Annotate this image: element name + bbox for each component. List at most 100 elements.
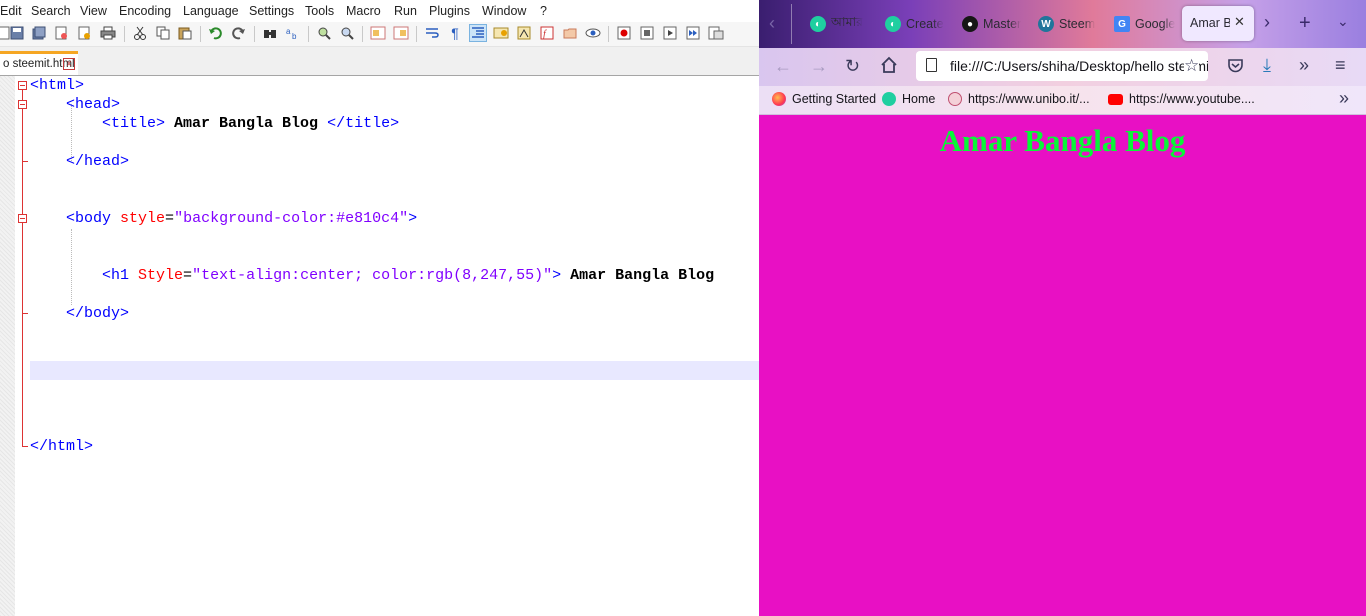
indent-guide-icon[interactable]: [469, 24, 487, 42]
close-file-icon[interactable]: [53, 25, 69, 41]
copy-icon[interactable]: [155, 25, 171, 41]
bookmark-label: https://www.youtube....: [1129, 92, 1255, 106]
menu-macro[interactable]: Macro: [346, 4, 381, 18]
steemit-icon: [882, 92, 896, 106]
menu-plugins[interactable]: Plugins: [429, 4, 470, 18]
browser-tab-label: Master: [983, 17, 1022, 31]
play-macro-icon[interactable]: [662, 25, 678, 41]
menu-run[interactable]: Run: [394, 4, 417, 18]
zoom-out-icon[interactable]: [339, 25, 355, 41]
reload-icon[interactable]: ↻: [845, 57, 860, 75]
menu-edit[interactable]: Edit: [0, 4, 22, 18]
unibo-icon: [948, 92, 962, 106]
cut-icon[interactable]: [132, 25, 148, 41]
code-token: "background-color:#e810c4": [174, 210, 409, 227]
zoom-in-icon[interactable]: [316, 25, 332, 41]
bookmark-item[interactable]: https://www.unibo.it/...: [948, 92, 1090, 106]
page-icon: [926, 58, 937, 72]
paste-icon[interactable]: [177, 25, 193, 41]
browser-tab-active[interactable]: Amar Bangla Blog ✕: [1182, 6, 1254, 41]
list-all-tabs-icon[interactable]: ⌄: [1337, 14, 1349, 28]
folder-workspace-icon[interactable]: [562, 25, 578, 41]
menu-language[interactable]: Language: [183, 4, 239, 18]
app-menu-icon[interactable]: ≡: [1335, 56, 1346, 74]
menu-window[interactable]: Window: [482, 4, 526, 18]
undo-icon[interactable]: [207, 25, 223, 41]
monitoring-eye-icon[interactable]: [585, 25, 601, 41]
tab-scroll-right-icon[interactable]: ›: [1264, 13, 1270, 31]
sync-horizontal-icon[interactable]: [393, 25, 409, 41]
browser-tab[interactable]: ◐ Create: [885, 10, 947, 38]
code-token: =: [165, 210, 175, 227]
github-icon: ●: [962, 16, 978, 32]
user-language-icon[interactable]: [493, 25, 509, 41]
code-line: <body style="background-color:#e810c4">: [30, 209, 417, 228]
fold-end-head: [22, 161, 28, 162]
bookmark-item[interactable]: https://www.youtube....: [1108, 92, 1255, 106]
menu-tools[interactable]: Tools: [305, 4, 334, 18]
code-line: </head>: [30, 152, 129, 171]
tab-close-icon[interactable]: x: [63, 58, 75, 70]
extensions-overflow-icon[interactable]: »: [1299, 56, 1309, 74]
save-all-icon[interactable]: [31, 25, 47, 41]
code-line: <html>: [30, 76, 84, 95]
menu-search[interactable]: Search: [31, 4, 71, 18]
code-token: <title>: [102, 115, 166, 132]
pocket-icon[interactable]: [1227, 57, 1244, 77]
menu-settings[interactable]: Settings: [249, 4, 294, 18]
url-bar[interactable]: file:///C:/Users/shiha/Desktop/hello ste…: [916, 51, 1208, 81]
browser-tab[interactable]: ◐ আমার: [810, 10, 870, 38]
code-editor[interactable]: <html> <head> <title> Amar Bangla Blog <…: [0, 76, 759, 616]
code-token: <head>: [66, 96, 121, 113]
forward-icon[interactable]: →: [810, 57, 828, 75]
save-macro-icon[interactable]: [708, 25, 724, 41]
menu-encoding[interactable]: Encoding: [119, 4, 171, 18]
browser-tab[interactable]: W Steem: [1038, 10, 1100, 38]
sync-vertical-icon[interactable]: [370, 25, 386, 41]
bookmark-item[interactable]: Home: [882, 92, 935, 106]
function-list-icon[interactable]: f: [539, 25, 555, 41]
home-icon[interactable]: [880, 56, 898, 77]
bookmarks-overflow-icon[interactable]: »: [1339, 89, 1349, 107]
browser-tab[interactable]: G Google: [1114, 10, 1176, 38]
save-icon[interactable]: [9, 25, 25, 41]
record-macro-icon[interactable]: [616, 25, 632, 41]
replace-icon[interactable]: ab: [285, 25, 301, 41]
run-macro-multiple-icon[interactable]: [685, 25, 701, 41]
find-icon[interactable]: [262, 25, 278, 41]
browser-tab-label: আমার: [831, 15, 864, 29]
bookmark-star-icon[interactable]: ☆: [1184, 57, 1200, 74]
browser-tab-label: Google: [1135, 17, 1176, 31]
code-token: >: [552, 267, 562, 284]
tab-scroll-left-icon[interactable]: ‹: [769, 14, 775, 32]
print-icon[interactable]: [100, 25, 116, 41]
fold-margin: [15, 76, 30, 616]
navigation-toolbar: ← → ↻ file:///C:/Users/shiha/Desktop/hel…: [759, 48, 1366, 86]
code-token: <body: [66, 210, 121, 227]
bookmark-item[interactable]: Getting Started: [772, 92, 876, 106]
code-token: <h1: [102, 267, 139, 284]
new-tab-icon[interactable]: +: [1299, 13, 1311, 33]
menu-view[interactable]: View: [80, 4, 107, 18]
browser-tab[interactable]: ● Master: [962, 10, 1024, 38]
close-all-icon[interactable]: [76, 25, 92, 41]
fold-toggle-head-icon[interactable]: [18, 100, 27, 109]
downloads-icon[interactable]: ⤓: [1263, 56, 1271, 74]
document-tab[interactable]: o steemit.html x: [0, 51, 78, 75]
back-icon[interactable]: ←: [774, 57, 792, 75]
fold-toggle-body-icon[interactable]: [18, 214, 27, 223]
svg-text:b: b: [292, 32, 297, 40]
code-token: </head>: [66, 153, 130, 170]
document-map-icon[interactable]: [516, 25, 532, 41]
menu-help[interactable]: ?: [540, 4, 547, 18]
word-wrap-icon[interactable]: [424, 25, 440, 41]
firefox-window: ‹ ◐ আমার ◐ Create ● Master W Steem G Goo…: [759, 0, 1366, 616]
fold-toggle-html-icon[interactable]: [18, 81, 27, 90]
redo-icon[interactable]: [231, 25, 247, 41]
show-all-characters-icon[interactable]: ¶: [447, 25, 463, 41]
tab-close-icon[interactable]: ✕: [1234, 14, 1245, 30]
stop-macro-icon[interactable]: [639, 25, 655, 41]
document-tab-bar: o steemit.html x: [0, 47, 759, 76]
